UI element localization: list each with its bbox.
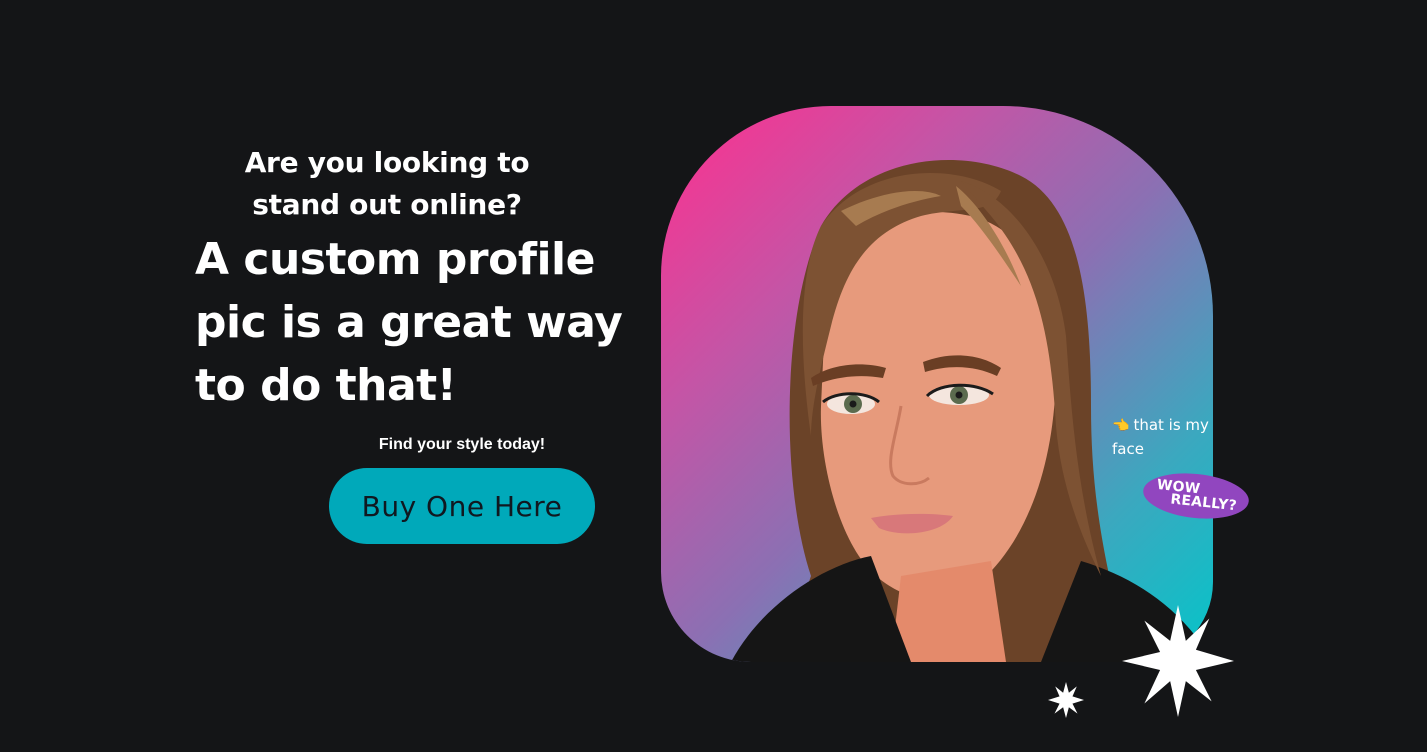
sparkle-star-icon xyxy=(1048,682,1084,718)
buy-one-here-button[interactable]: Buy One Here xyxy=(329,468,595,544)
sparkle-star-icon xyxy=(1122,605,1234,717)
hero-section: Are you looking to stand out online? A c… xyxy=(0,0,1427,752)
hero-subheading: Are you looking to stand out online? xyxy=(244,146,530,221)
hero-headline: A custom profile pic is a great way to d… xyxy=(195,234,623,411)
pointing-hand-icon: 👈 xyxy=(1112,418,1130,434)
profile-portrait xyxy=(661,106,1213,662)
portrait-annotation: 👈 that is my face xyxy=(1112,414,1222,461)
illustrated-face-image xyxy=(731,160,1213,662)
badge-line-2: REALLY? xyxy=(1169,491,1238,515)
hero-tagline: Find your style today! xyxy=(378,436,546,453)
